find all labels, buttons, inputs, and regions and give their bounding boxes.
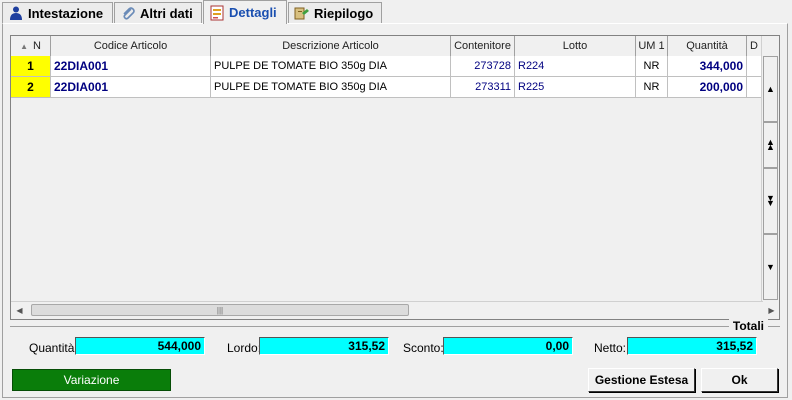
gross-total-field[interactable]: 315,52 — [259, 337, 389, 355]
col-header-n[interactable]: ▲ N — [11, 36, 51, 56]
quantity: 200,000 — [668, 77, 747, 97]
arrow-down-icon: ▼ — [766, 262, 775, 272]
col-header-container[interactable]: Contenitore — [451, 36, 515, 56]
article-description: PULPE DE TOMATE BIO 350g DIA — [211, 56, 451, 76]
article-code: 22DIA001 — [51, 56, 211, 76]
col-header-um[interactable]: UM 1 — [636, 36, 668, 56]
document-icon — [209, 5, 225, 21]
horizontal-scroll-thumb[interactable]: ||| — [31, 304, 409, 316]
article-description: PULPE DE TOMATE BIO 350g DIA — [211, 77, 451, 97]
lot: R224 — [515, 56, 636, 76]
table-row[interactable]: 2 22DIA001 PULPE DE TOMATE BIO 350g DIA … — [11, 77, 763, 98]
tab-intestazione[interactable]: Intestazione — [2, 2, 113, 23]
row-number: 2 — [11, 77, 51, 97]
scroll-down-button[interactable]: ▼ — [763, 234, 778, 300]
extended-management-button[interactable]: Gestione Estesa — [588, 368, 695, 392]
totals-group: Totali Quantità: 544,000 Lordo: 315,52 S… — [10, 319, 780, 360]
double-arrow-down-icon: ▼ ▼ — [766, 193, 775, 208]
double-arrow-up-icon: ▲ ▲ — [766, 137, 775, 152]
person-icon — [8, 5, 24, 21]
quantity-total-label: Quantità: — [29, 341, 78, 355]
tab-label: Intestazione — [28, 5, 104, 21]
ok-button[interactable]: Ok — [701, 368, 778, 392]
paperclip-icon — [120, 5, 136, 21]
grid-header: ▲ N Codice Articolo Descrizione Articolo… — [11, 36, 763, 57]
page-down-button[interactable]: ▼ ▼ — [763, 168, 778, 234]
tab-riepilogo[interactable]: Riepilogo — [288, 2, 382, 23]
scroll-up-button[interactable]: ▲ — [763, 56, 778, 122]
article-code: 22DIA001 — [51, 77, 211, 97]
quantity-total-field[interactable]: 544,000 — [75, 337, 205, 355]
unit: NR — [636, 56, 668, 76]
details-grid[interactable]: ▲ N Codice Articolo Descrizione Articolo… — [10, 35, 780, 320]
totals-title: Totali — [728, 319, 768, 333]
col-header-quantity[interactable]: Quantità — [668, 36, 747, 56]
arrow-left-icon: ◀ — [16, 306, 23, 315]
summary-icon — [294, 5, 310, 21]
page-up-button[interactable]: ▲ ▲ — [763, 122, 778, 168]
table-row[interactable]: 1 22DIA001 PULPE DE TOMATE BIO 350g DIA … — [11, 56, 763, 77]
tab-altri-dati[interactable]: Altri dati — [114, 2, 202, 23]
horizontal-scrollbar[interactable]: ◀ ||| ▶ — [11, 301, 775, 319]
container: 273728 — [451, 56, 515, 76]
button-label: Gestione Estesa — [594, 373, 689, 387]
col-header-code[interactable]: Codice Articolo — [51, 36, 211, 56]
col-header-lot[interactable]: Lotto — [515, 36, 636, 56]
button-label: Ok — [731, 373, 748, 387]
gross-total-label: Lordo: — [227, 341, 262, 355]
container: 273311 — [451, 77, 515, 97]
net-total-field[interactable]: 315,52 — [627, 337, 757, 355]
grip-icon: ||| — [216, 305, 224, 315]
tab-bar: Intestazione Altri dati Dettagli Riepilo… — [0, 0, 792, 24]
arrow-up-icon: ▲ — [766, 84, 775, 94]
discount-total-field[interactable]: 0,00 — [443, 337, 573, 355]
unit: NR — [636, 77, 668, 97]
corner-cell — [763, 36, 778, 56]
scroll-right-button[interactable]: ▶ — [763, 302, 779, 319]
col-header-description[interactable]: Descrizione Articolo — [211, 36, 451, 56]
variation-button[interactable]: Variazione — [12, 369, 171, 391]
row-number: 1 — [11, 56, 51, 76]
tab-label: Riepilogo — [314, 5, 374, 21]
quantity: 344,000 — [668, 56, 747, 76]
tab-label: Dettagli — [229, 5, 277, 20]
tab-label: Altri dati — [140, 5, 193, 21]
lot: R225 — [515, 77, 636, 97]
net-total-label: Netto: — [594, 341, 627, 355]
sort-icon: ▲ — [20, 41, 28, 51]
discount-total-label: Sconto: — [403, 341, 444, 355]
arrow-right-icon: ▶ — [768, 306, 775, 315]
tab-dettagli[interactable]: Dettagli — [203, 0, 287, 24]
scroll-left-button[interactable]: ◀ — [11, 302, 28, 319]
vertical-scrollbar[interactable]: ▲ ▲ ▲ ▼ ▼ ▼ — [761, 36, 779, 302]
